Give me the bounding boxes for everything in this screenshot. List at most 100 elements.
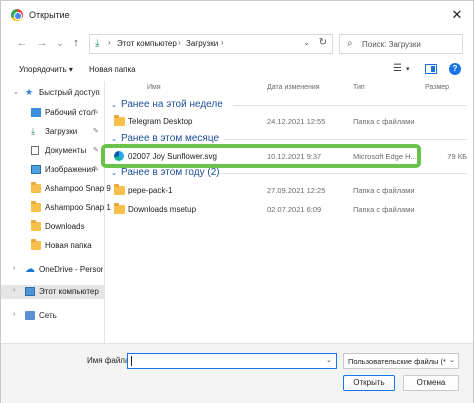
forward-button[interactable]: → [35, 36, 49, 50]
sidebar-item-documents[interactable]: Документы ✎ [1, 144, 104, 158]
organize-button[interactable]: Упорядочить ▾ [19, 65, 73, 74]
address-bar[interactable]: ⤓ › Этот компьютер › Загрузки › ⌄ ↻ [89, 34, 333, 54]
file-type: Папка с файлами [353, 205, 415, 214]
chevron-right-icon[interactable]: › [13, 265, 15, 272]
file-name: pepe-pack-1 [128, 186, 173, 195]
breadcrumb-separator: › [178, 38, 181, 47]
chrome-icon [11, 9, 23, 21]
list-item[interactable]: Downloads msetup 02.07.2021 6:09 Папка с… [105, 201, 473, 217]
back-button[interactable]: ← [15, 36, 29, 50]
sidebar-item-desktop[interactable]: Рабочий стол ✎ [1, 106, 104, 120]
filename-input[interactable]: ⌄ [127, 353, 337, 369]
chevron-right-icon[interactable]: › [13, 287, 15, 294]
sidebar-item-ashampoo-snap-1[interactable]: Ashampoo Snap 1 [1, 201, 111, 215]
folder-icon [31, 201, 41, 212]
file-type: Папка с файлами [353, 117, 415, 126]
file-type: Папка с файлами [353, 186, 415, 195]
highlight-frame [101, 144, 421, 168]
download-icon: ⤓ [31, 126, 35, 136]
file-list: Имя Дата изменения Тип Размер ⌄ Ранее на… [105, 81, 473, 343]
open-button[interactable]: Открыть [343, 375, 395, 391]
group-label: Ранее в этом месяце [121, 133, 220, 144]
open-file-dialog: Открытие ✕ ← → ⌄ ↑ ⤓ › Этот компьютер › … [0, 0, 474, 403]
new-folder-button[interactable]: Новая папка [89, 65, 136, 74]
sidebar-item-network[interactable]: › Сеть [1, 309, 104, 323]
file-date: 02.07.2021 6:09 [267, 205, 322, 214]
folder-icon [31, 220, 41, 231]
column-name[interactable]: Имя [147, 84, 161, 91]
cancel-button[interactable]: Отмена [403, 375, 459, 391]
column-size[interactable]: Размер [425, 84, 449, 91]
bottom-bar: Имя файла: ⌄ Пользовательские файлы (*.s… [1, 343, 473, 403]
sidebar-item-new-folder[interactable]: Новая папка [1, 239, 104, 253]
folder-icon [31, 182, 41, 193]
sidebar-item-label: Downloads [45, 222, 85, 231]
list-item[interactable]: Telegram Desktop 24.12.2021 12:55 Папка … [105, 113, 473, 129]
chevron-down-icon: ⌄ [111, 136, 117, 143]
group-divider [233, 105, 467, 106]
refresh-icon[interactable]: ↻ [319, 37, 327, 48]
sidebar-item-label: Новая папка [45, 241, 92, 250]
filetype-value: Пользовательские файлы (*.svg [348, 357, 446, 366]
chevron-right-icon[interactable]: › [13, 311, 15, 318]
view-dropdown[interactable]: ▾ [406, 65, 410, 73]
group-label: Ранее на этой неделе [121, 99, 223, 110]
pin-icon: ✎ [93, 128, 99, 135]
group-header[interactable]: ⌄ Ранее в этом году (2) [111, 166, 467, 180]
group-header[interactable]: ⌄ Ранее на этой неделе [111, 98, 467, 112]
filetype-select[interactable]: Пользовательские файлы (*.svg ⌄ [343, 353, 459, 369]
chevron-down-icon: ⌄ [111, 102, 117, 109]
file-date: 27.09.2021 12:25 [267, 186, 326, 195]
breadcrumb-separator: › [221, 38, 224, 47]
sidebar-item-pictures[interactable]: Изображения ✎ [1, 163, 104, 177]
close-button[interactable]: ✕ [449, 7, 465, 23]
chevron-down-icon[interactable]: ⌄ [13, 88, 19, 96]
breadcrumb-downloads[interactable]: Загрузки [186, 39, 218, 48]
sidebar-item-label: Быстрый доступ [39, 88, 100, 97]
sidebar-item-label: Этот компьютер [39, 287, 99, 296]
file-name: Telegram Desktop [128, 117, 193, 126]
chevron-down-icon: ⌄ [449, 357, 455, 364]
desktop-icon [31, 108, 41, 117]
sidebar-item-ashampoo-snap-9[interactable]: Ashampoo Snap 9 [1, 182, 111, 196]
download-icon: ⤓ [95, 38, 100, 49]
network-icon [25, 311, 35, 320]
sidebar-item-quick-access[interactable]: ⌄ ★ Быстрый доступ [1, 86, 104, 100]
sidebar-item-label: Сеть [39, 311, 57, 320]
column-date[interactable]: Дата изменения [267, 84, 320, 91]
view-options-icon[interactable]: ☰ [393, 63, 402, 74]
sidebar-item-label: Изображения [45, 165, 96, 174]
sidebar-item-downloads-folder[interactable]: Downloads [1, 220, 104, 234]
sidebar-item-label: OneDrive - Personal [39, 265, 103, 274]
chevron-down-icon[interactable]: ⌄ [326, 356, 332, 364]
window-title: Открытие [29, 10, 70, 20]
pictures-icon [31, 165, 41, 174]
sidebar-item-downloads[interactable]: ⤓ Загрузки ✎ [1, 125, 104, 139]
breadcrumb-this-pc[interactable]: Этот компьютер [117, 39, 177, 48]
help-icon[interactable]: ? [449, 63, 461, 75]
search-placeholder: Поиск: Загрузки [362, 40, 421, 49]
search-icon: ⌕ [347, 38, 353, 49]
column-type[interactable]: Тип [353, 84, 365, 91]
sidebar-item-this-pc[interactable]: › Этот компьютер [1, 285, 104, 299]
list-item[interactable]: pepe-pack-1 27.09.2021 12:25 Папка с фай… [105, 182, 473, 198]
folder-icon [114, 184, 125, 195]
up-button[interactable]: ↑ [69, 36, 83, 50]
preview-pane-icon[interactable] [425, 64, 437, 74]
group-label: Ранее в этом году (2) [121, 167, 220, 178]
sidebar-item-label: Загрузки [45, 127, 78, 136]
sidebar-item-label: Ashampoo Snap 1 [45, 203, 111, 212]
file-date: 24.12.2021 12:55 [267, 117, 326, 126]
vertical-scrollbar[interactable] [467, 81, 473, 343]
navigation-bar: ← → ⌄ ↑ ⤓ › Этот компьютер › Загрузки › … [1, 29, 473, 59]
computer-icon [25, 287, 35, 296]
file-name: Downloads msetup [128, 205, 197, 214]
pin-icon: ✎ [93, 109, 99, 116]
sidebar-item-onedrive[interactable]: › ☁ OneDrive - Personal [1, 263, 104, 277]
address-dropdown[interactable]: ⌄ [303, 38, 310, 47]
recent-locations-dropdown[interactable]: ⌄ [53, 36, 67, 50]
search-box[interactable]: ⌕ Поиск: Загрузки [339, 34, 463, 54]
group-divider [223, 139, 467, 140]
folder-icon [114, 203, 125, 214]
document-icon [31, 146, 39, 155]
